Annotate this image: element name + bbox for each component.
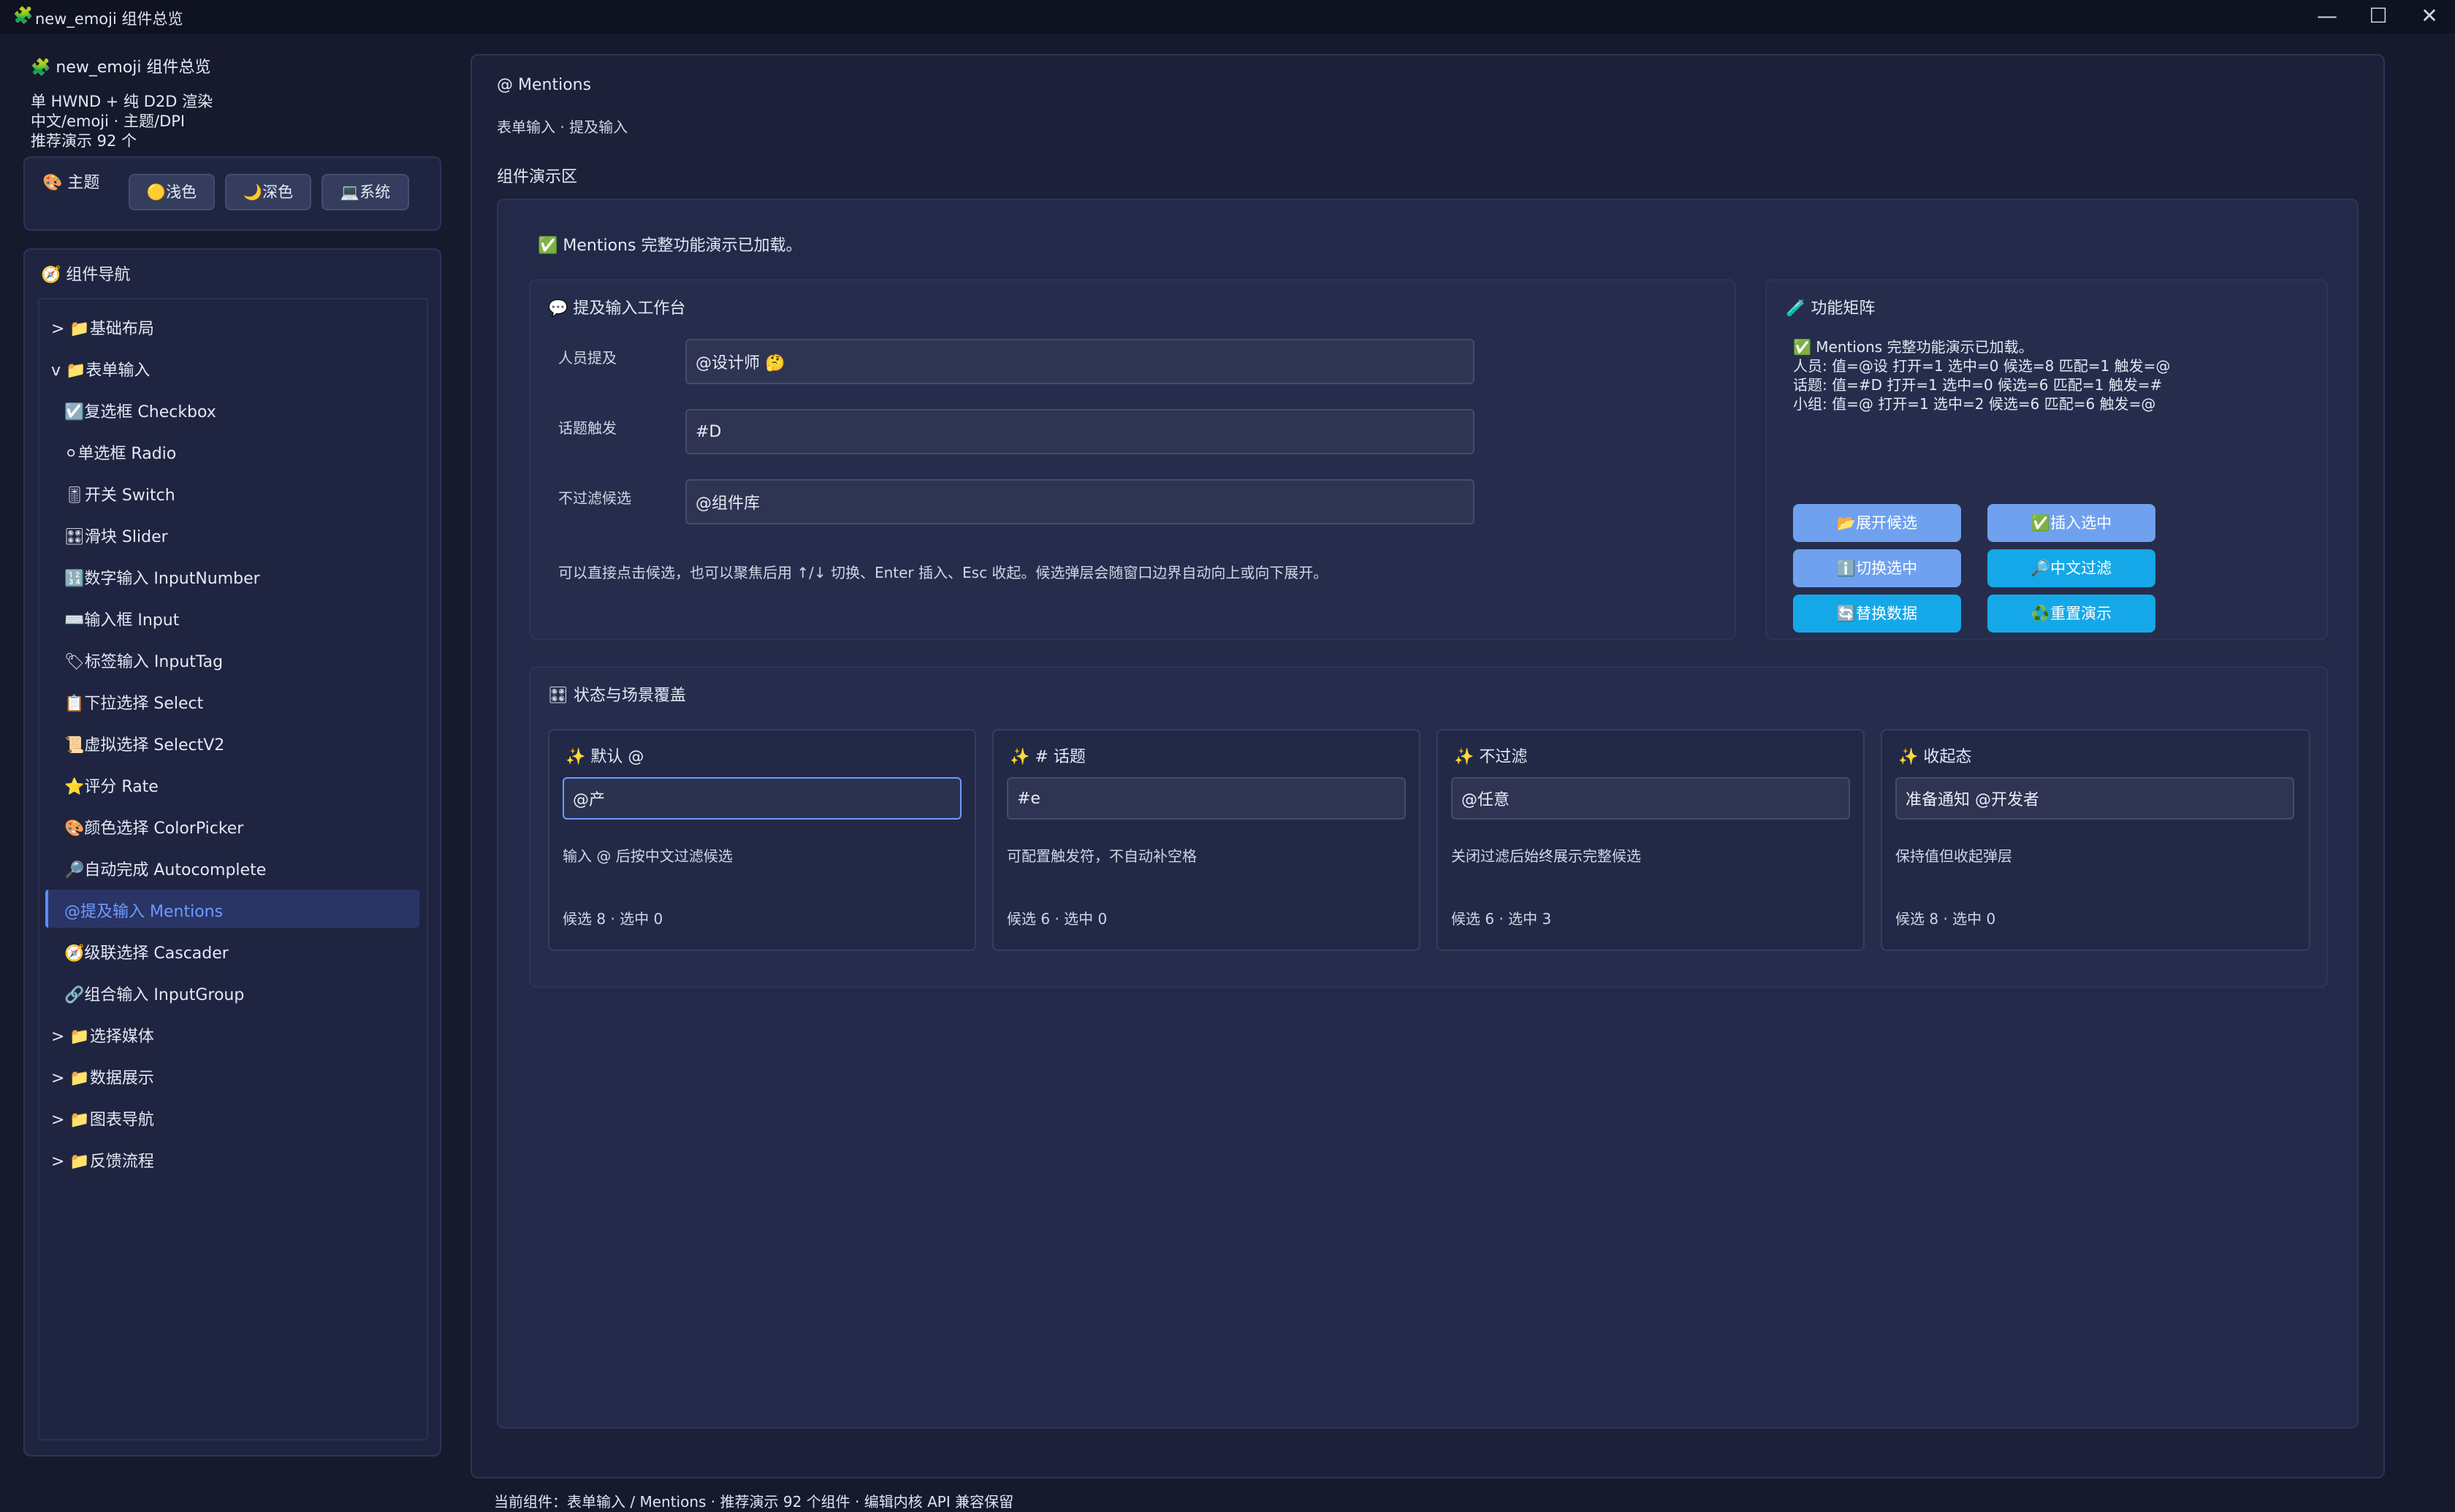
replace-data-button[interactable]: 🔄替换数据 [1793, 595, 1961, 633]
nav-item-rate[interactable]: ⭐评分 Rate [64, 774, 159, 797]
state-card-desc: 可配置触发符，不自动补空格 [1007, 847, 1197, 865]
workbench-row-label: 人员提及 [558, 349, 617, 367]
matrix-line: 话题: 值=#D 打开=1 选中=0 候选=6 匹配=1 触发=# [1793, 376, 2163, 394]
nav-group-chart-nav[interactable]: > 📁图表导航 [51, 1107, 154, 1130]
nav-group-media[interactable]: > 📁选择媒体 [51, 1023, 154, 1047]
close-button[interactable]: ✕ [2404, 0, 2455, 34]
status-bar: 当前组件：表单输入 / Mentions · 推荐演示 92 个组件 · 编辑内… [494, 1493, 1014, 1511]
state-card-input[interactable]: @任意 [1451, 777, 1850, 820]
state-card-desc: 保持值但收起弹层 [1895, 847, 2012, 865]
nav-item-input[interactable]: ⌨️输入框 Input [64, 607, 179, 630]
nav-item-inputgroup[interactable]: 🔗组合输入 InputGroup [64, 982, 244, 1005]
insert-selected-button[interactable]: ✅插入选中 [1987, 504, 2155, 542]
unfiltered-candidate-input[interactable]: @组件库 [685, 479, 1474, 524]
workbench-panel [529, 279, 1736, 640]
minimize-button[interactable]: — [2302, 0, 2353, 34]
state-card-foot: 候选 8 · 选中 0 [1895, 910, 1996, 928]
nav-group-basic-layout[interactable]: > 📁基础布局 [51, 316, 154, 339]
state-card-desc: 关闭过滤后始终展示完整候选 [1451, 847, 1641, 865]
states-title: 🎛 状态与场景覆盖 [548, 687, 686, 705]
state-card-title: ✨ # 话题 [1010, 748, 1086, 766]
feature-matrix-status: ✅ Mentions 完整功能演示已加载。 人员: 值=@设 打开=1 选中=0… [1793, 337, 2170, 413]
state-card-input[interactable]: 准备通知 @开发者 [1895, 777, 2294, 820]
topic-trigger-input[interactable]: #D [685, 409, 1474, 454]
demo-area-label: 组件演示区 [497, 168, 578, 186]
nav-item-radio[interactable]: ⚪单选框 Radio [64, 440, 176, 464]
state-card-input[interactable]: #e [1007, 777, 1406, 820]
workbench-row-label: 不过滤候选 [558, 489, 631, 507]
maximize-button[interactable]: ☐ [2353, 0, 2404, 34]
theme-system-button[interactable]: 💻系统 [321, 174, 409, 210]
nav-item-switch[interactable]: 🎚开关 Switch [64, 482, 175, 505]
app-info-line: 单 HWND + 纯 D2D 渲染 [31, 93, 213, 110]
app-info: 单 HWND + 纯 D2D 渲染 中文/emoji · 主题/DPI 推荐演示… [31, 92, 213, 151]
matrix-line: 小组: 值=@ 打开=1 选中=2 候选=6 匹配=6 触发=@ [1793, 395, 2156, 413]
nav-item-checkbox[interactable]: ☑️复选框 Checkbox [64, 399, 216, 422]
theme-dark-button[interactable]: 🌙深色 [225, 174, 311, 210]
state-card-foot: 候选 6 · 选中 3 [1451, 910, 1552, 928]
app-name: 🧩 new_emoji 组件总览 [31, 58, 211, 77]
switch-selected-button[interactable]: ℹ️切换选中 [1793, 549, 1961, 587]
nav-item-autocomplete[interactable]: 🔎自动完成 Autocomplete [64, 857, 266, 880]
nav-item-inputtag[interactable]: 🏷标签输入 InputTag [64, 649, 223, 672]
person-mention-input[interactable]: @设计师 🤔 [685, 339, 1474, 384]
window-title: new_emoji 组件总览 [35, 10, 183, 28]
state-card-title: ✨ 默认 @ [566, 748, 644, 766]
feature-matrix-title: 🧪 功能矩阵 [1786, 299, 1876, 318]
page-title: @ Mentions [497, 76, 592, 94]
theme-title: 🎨 主题 [42, 174, 100, 192]
state-card-input[interactable]: @产 [563, 777, 962, 820]
expand-candidates-button[interactable]: 📂展开候选 [1793, 504, 1961, 542]
workbench-hint: 可以直接点击候选，也可以聚焦后用 ↑/↓ 切换、Enter 插入、Esc 收起。… [558, 564, 1328, 581]
app-info-line: 中文/emoji · 主题/DPI [31, 112, 186, 130]
nav-item-inputnumber[interactable]: 🔢数字输入 InputNumber [64, 565, 260, 589]
reset-demo-button[interactable]: ♻️重置演示 [1987, 595, 2155, 633]
nav-item-cascader[interactable]: 🧭级联选择 Cascader [64, 940, 229, 963]
loaded-message: ✅ Mentions 完整功能演示已加载。 [538, 237, 802, 255]
nav-item-mentions[interactable]: @提及输入 Mentions [64, 898, 223, 922]
state-card-desc: 输入 @ 后按中文过滤候选 [563, 847, 733, 865]
state-card-title: ✨ 收起态 [1898, 748, 1972, 766]
nav-item-selectv2[interactable]: 📜虚拟选择 SelectV2 [64, 732, 224, 755]
app-info-line: 推荐演示 92 个 [31, 132, 137, 150]
matrix-line: ✅ Mentions 完整功能演示已加载。 [1793, 338, 2033, 356]
page-subtitle: 表单输入 · 提及输入 [497, 118, 628, 136]
nav-item-colorpicker[interactable]: 🎨颜色选择 ColorPicker [64, 815, 243, 839]
state-card-foot: 候选 6 · 选中 0 [1007, 910, 1108, 928]
chinese-filter-button[interactable]: 🔎中文过滤 [1987, 549, 2155, 587]
title-bar: 🧩 new_emoji 组件总览 — ☐ ✕ [0, 0, 2455, 34]
nav-title: 🧭 组件导航 [41, 266, 131, 284]
theme-light-button[interactable]: 🟡浅色 [129, 174, 215, 210]
workbench-title: 💬 提及输入工作台 [548, 299, 686, 318]
nav-item-select[interactable]: 📋下拉选择 Select [64, 690, 203, 714]
nav-group-feedback[interactable]: > 📁反馈流程 [51, 1148, 154, 1172]
app-icon: 🧩 [13, 7, 34, 25]
workbench-row-label: 话题触发 [558, 419, 617, 437]
state-card-title: ✨ 不过滤 [1454, 748, 1528, 766]
nav-item-slider[interactable]: 🎛滑块 Slider [64, 524, 168, 547]
matrix-line: 人员: 值=@设 打开=1 选中=0 候选=8 匹配=1 触发=@ [1793, 357, 2171, 375]
state-card-foot: 候选 8 · 选中 0 [563, 910, 663, 928]
nav-group-data-display[interactable]: > 📁数据展示 [51, 1065, 154, 1088]
nav-group-form-input[interactable]: v 📁表单输入 [51, 357, 150, 381]
